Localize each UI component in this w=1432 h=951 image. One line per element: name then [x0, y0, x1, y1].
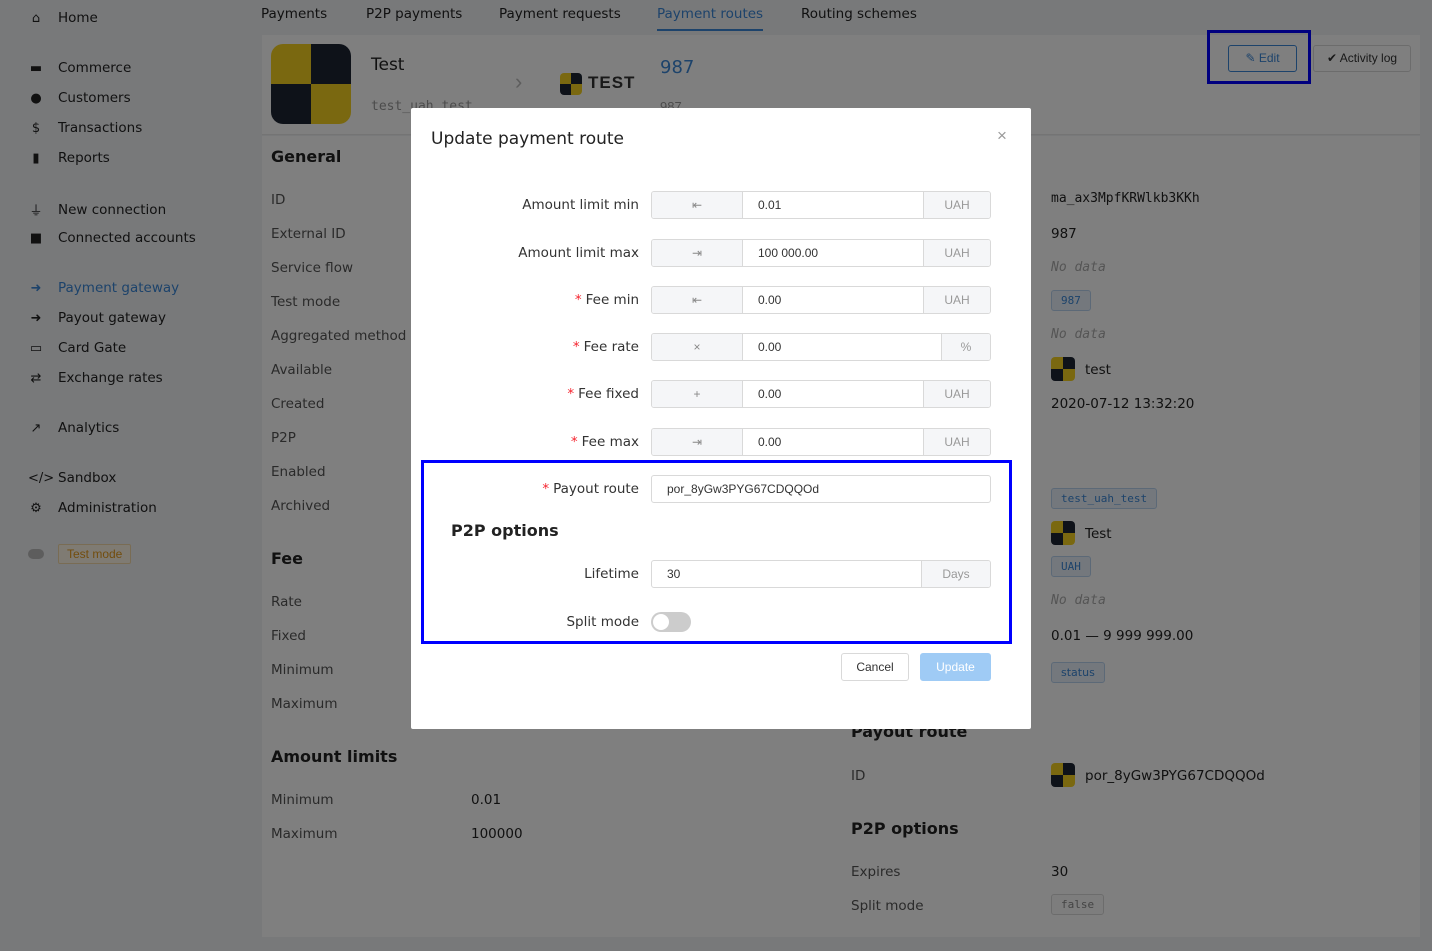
input-value[interactable]: 0.01 [743, 192, 923, 218]
fee-fixed-row: * Fee fixed +0.00 UAH [411, 380, 1031, 408]
input-value[interactable]: 0.00 [743, 334, 941, 360]
multiply-icon: × [652, 334, 743, 360]
fee-min-row: * Fee min ⇤ 0.00 UAH [411, 286, 1031, 314]
arrow-left-bar-icon: ⇤ [652, 287, 743, 313]
currency-suffix: UAH [923, 192, 990, 218]
amount-limit-max-input[interactable]: ⇥ 100 000.00 UAH [651, 239, 991, 267]
amount-limit-min-row: Amount limit min ⇤ 0.01 UAH [411, 191, 1031, 219]
update-payment-route-modal: Update payment route × Amount limit min … [411, 108, 1031, 729]
label-text: Fee max [581, 434, 639, 450]
cancel-button[interactable]: Cancel [841, 653, 909, 681]
fee-min-input[interactable]: ⇤ 0.00 UAH [651, 286, 991, 314]
field-label: * Fee rate [572, 339, 639, 355]
close-icon[interactable]: × [997, 126, 1007, 146]
label-text: Fee rate [583, 339, 639, 355]
p2p-highlight [421, 460, 1012, 644]
fee-fixed-input[interactable]: +0.00 UAH [651, 380, 991, 408]
amount-limit-min-input[interactable]: ⇤ 0.01 UAH [651, 191, 991, 219]
fee-max-input[interactable]: ⇥ 0.00 UAH [651, 428, 991, 456]
amount-limit-max-row: Amount limit max ⇥ 100 000.00 UAH [411, 239, 1031, 267]
arrow-right-bar-icon: ⇥ [652, 429, 743, 455]
input-value[interactable]: 0.00 [743, 429, 923, 455]
field-label: * Fee max [570, 434, 639, 450]
field-label: Amount limit min [522, 197, 639, 213]
fee-rate-row: * Fee rate × 0.00% [411, 333, 1031, 361]
field-label: * Fee fixed [567, 386, 639, 402]
label-text: Fee fixed [578, 386, 639, 402]
field-label: * Fee min [574, 292, 639, 308]
plus-icon: + [652, 381, 743, 407]
currency-suffix: UAH [923, 429, 990, 455]
label-text: Fee min [585, 292, 639, 308]
input-value[interactable]: 0.00 [743, 381, 923, 407]
arrow-left-bar-icon: ⇤ [652, 192, 743, 218]
modal-title: Update payment route [431, 129, 625, 149]
field-label: Amount limit max [518, 245, 639, 261]
input-value[interactable]: 0.00 [743, 287, 923, 313]
percent-suffix: % [941, 334, 990, 360]
currency-suffix: UAH [923, 381, 990, 407]
fee-rate-input[interactable]: × 0.00% [651, 333, 991, 361]
currency-suffix: UAH [923, 240, 990, 266]
arrow-right-bar-icon: ⇥ [652, 240, 743, 266]
input-value[interactable]: 100 000.00 [743, 240, 923, 266]
currency-suffix: UAH [923, 287, 990, 313]
update-button[interactable]: Update [920, 653, 991, 681]
fee-max-row: * Fee max ⇥ 0.00 UAH [411, 428, 1031, 456]
